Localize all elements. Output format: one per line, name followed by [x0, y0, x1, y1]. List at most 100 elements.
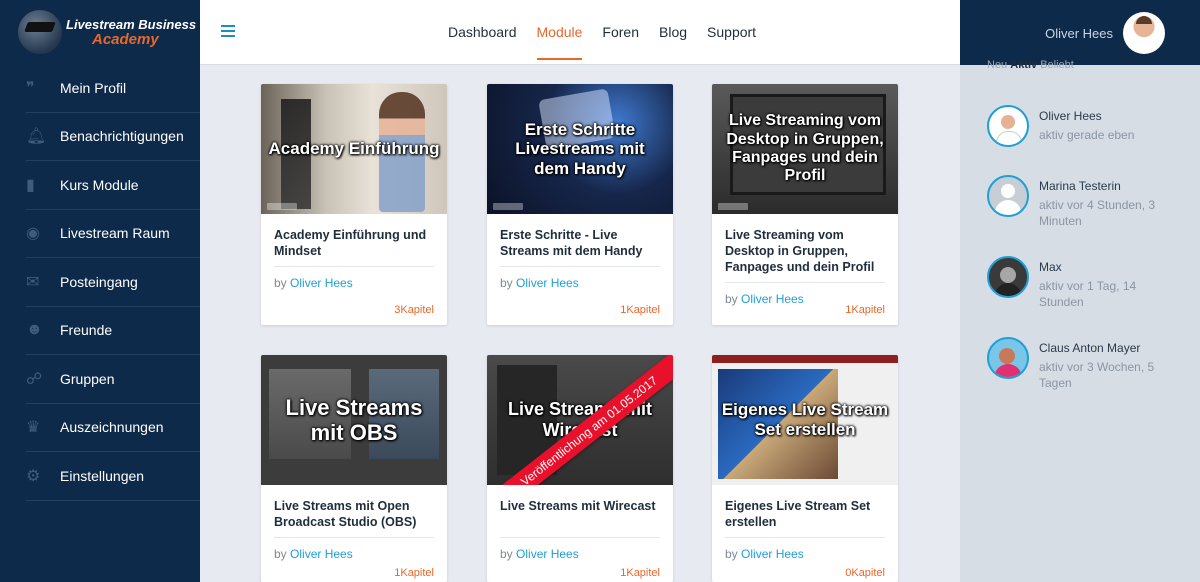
hamburger-menu-icon[interactable] — [221, 25, 235, 37]
brand-logo[interactable]: Livestream Business Academy — [0, 0, 200, 64]
top-nav-foren[interactable]: Foren — [602, 0, 639, 65]
course-author-line: by Oliver Hees — [274, 276, 434, 290]
course-card[interactable]: Live Streaming vom Desktop in Gruppen, F… — [712, 84, 898, 325]
member-name[interactable]: Max — [1039, 260, 1179, 274]
brand-text: Livestream Business Academy — [66, 17, 196, 47]
top-nav-support[interactable]: Support — [707, 0, 756, 65]
course-card[interactable]: Live Streams mit Wirecast Veröffentlichu… — [487, 355, 673, 582]
course-card[interactable]: Eigenes Live Stream Set erstellen Eigene… — [712, 355, 898, 582]
member-item[interactable]: Max aktiv vor 1 Tag, 14 Stunden — [987, 256, 1179, 310]
course-author-link[interactable]: Oliver Hees — [516, 547, 579, 561]
course-title[interactable]: Live Streaming vom Desktop in Gruppen, F… — [725, 227, 885, 275]
member-item[interactable]: Claus Anton Mayer aktiv vor 3 Wochen, 5 … — [987, 337, 1179, 391]
sidebar-item-benachrichtigungen[interactable]: 🔔︎ Benachrichtigungen — [26, 113, 200, 161]
members-tab-neu[interactable]: Neu — [987, 59, 1007, 69]
sidebar-nav: ❞ Mein Profil 🔔︎ Benachrichtigungen ▮ Ku… — [0, 64, 200, 501]
course-title[interactable]: Live Streams mit Wirecast — [500, 498, 660, 530]
sidebar-item-label: Livestream Raum — [60, 225, 170, 242]
thumbnail-logo — [493, 203, 523, 210]
author-prefix: by — [274, 547, 287, 561]
course-thumbnail-title: Live Streams mit OBS — [285, 394, 423, 445]
course-author-line: by Oliver Hees — [274, 547, 434, 561]
course-author-link[interactable]: Oliver Hees — [741, 547, 804, 561]
course-author-link[interactable]: Oliver Hees — [516, 276, 579, 290]
members-tab-beliebt[interactable]: Beliebt — [1040, 59, 1074, 69]
bell-icon: 🔔︎ — [26, 128, 47, 146]
course-author-line: by Oliver Hees — [725, 547, 885, 561]
course-author-link[interactable]: Oliver Hees — [741, 292, 804, 306]
user-header: Oliver Hees — [960, 0, 1200, 65]
envelope-icon: ✉ — [26, 273, 40, 291]
sidebar-item-mein-profil[interactable]: ❞ Mein Profil — [26, 64, 200, 113]
member-avatar[interactable] — [987, 337, 1029, 379]
trophy-icon: ♛ — [26, 419, 41, 437]
course-title[interactable]: Live Streams mit Open Broadcast Studio (… — [274, 498, 434, 530]
member-avatar[interactable] — [987, 175, 1029, 217]
sidebar-item-posteingang[interactable]: ✉ Posteingang — [26, 258, 200, 307]
sidebar: Livestream Business Academy ❞ Mein Profi… — [0, 0, 200, 582]
course-thumbnail[interactable]: Erste Schritte Livestreams mit dem Handy — [487, 84, 673, 214]
course-card[interactable]: Erste Schritte Livestreams mit dem Handy… — [487, 84, 673, 325]
top-nav-blog[interactable]: Blog — [659, 0, 687, 65]
course-title[interactable]: Erste Schritte - Live Streams mit dem Ha… — [500, 227, 660, 259]
course-title[interactable]: Eigenes Live Stream Set erstellen — [725, 498, 885, 530]
sidebar-item-label: Freunde — [60, 322, 113, 339]
members-tabs: Neu Aktiv Beliebt — [987, 59, 1074, 69]
member-name[interactable]: Claus Anton Mayer — [1039, 341, 1179, 355]
brand-line-2: Academy — [92, 31, 159, 48]
top-nav-module[interactable]: Module — [536, 0, 582, 65]
course-thumbnail[interactable]: Eigenes Live Stream Set erstellen — [712, 355, 898, 485]
member-item[interactable]: Marina Testerin aktiv vor 4 Stunden, 3 M… — [987, 175, 1179, 229]
member-item[interactable]: Oliver Hees aktiv gerade eben — [987, 105, 1179, 147]
top-bar: Dashboard Module Foren Blog Support — [200, 0, 960, 65]
sidebar-item-label: Posteingang — [60, 273, 138, 290]
course-author-line: by Oliver Hees — [500, 547, 660, 561]
sidebar-item-gruppen[interactable]: ☍ Gruppen — [26, 355, 200, 404]
top-nav-dashboard[interactable]: Dashboard — [448, 0, 517, 65]
sidebar-item-kurs-module[interactable]: ▮ Kurs Module — [26, 161, 200, 210]
chapter-count: 1Kapitel — [620, 567, 660, 579]
course-thumbnail[interactable]: Academy Einführung — [261, 84, 447, 214]
sidebar-item-label: Mein Profil — [60, 79, 127, 96]
sidebar-item-livestream-raum[interactable]: ◉ Livestream Raum — [26, 210, 200, 258]
members-tab-aktiv[interactable]: Aktiv — [1010, 59, 1037, 69]
course-author-link[interactable]: Oliver Hees — [290, 547, 353, 561]
author-prefix: by — [500, 276, 513, 290]
divider — [500, 537, 660, 538]
graduation-cap-icon — [18, 10, 62, 54]
sidebar-item-label: Benachrichtigungen — [60, 128, 184, 145]
top-nav: Dashboard Module Foren Blog Support — [448, 0, 776, 65]
divider — [500, 266, 660, 267]
chapter-count: 0Kapitel — [845, 567, 885, 579]
course-thumbnail-title: Eigenes Live Stream Set erstellen — [721, 400, 889, 439]
document-icon: ▮ — [26, 176, 35, 194]
course-author-link[interactable]: Oliver Hees — [290, 276, 353, 290]
sidebar-item-auszeichnungen[interactable]: ♛ Auszeichnungen — [26, 404, 200, 452]
thumbnail-logo — [718, 203, 748, 210]
sidebar-item-label: Kurs Module — [60, 176, 139, 193]
circle-icon: ◉ — [26, 225, 40, 243]
course-thumbnail[interactable]: Live Streams mit Wirecast Veröffentlichu… — [487, 355, 673, 485]
course-card[interactable]: Academy Einführung Academy Einführung un… — [261, 84, 447, 325]
sidebar-item-freunde[interactable]: ☻ Freunde — [26, 307, 200, 355]
course-card[interactable]: Live Streams mit OBS Live Streams mit Op… — [261, 355, 447, 582]
chapter-count: 1Kapitel — [845, 304, 885, 316]
sidebar-item-label: Auszeichnungen — [60, 419, 164, 436]
member-name[interactable]: Oliver Hees — [1039, 109, 1179, 123]
course-thumbnail-title: Live Streaming vom Desktop in Gruppen, F… — [726, 112, 884, 185]
course-thumbnail[interactable]: Live Streaming vom Desktop in Gruppen, F… — [712, 84, 898, 214]
divider — [725, 537, 885, 538]
course-thumbnail[interactable]: Live Streams mit OBS — [261, 355, 447, 485]
quote-icon: ❞ — [26, 79, 35, 97]
user-name[interactable]: Oliver Hees — [1045, 26, 1113, 41]
course-title[interactable]: Academy Einführung und Mindset — [274, 227, 434, 259]
member-status: aktiv vor 1 Tag, 14 Stunden — [1039, 279, 1137, 309]
course-author-line: by Oliver Hees — [500, 276, 660, 290]
member-status: aktiv vor 3 Wochen, 5 Tagen — [1039, 360, 1155, 390]
member-avatar[interactable] — [987, 105, 1029, 147]
chapter-count: 1Kapitel — [394, 567, 434, 579]
member-name[interactable]: Marina Testerin — [1039, 179, 1179, 193]
sidebar-item-einstellungen[interactable]: ⚙ Einstellungen — [26, 452, 200, 501]
member-avatar[interactable] — [987, 256, 1029, 298]
user-avatar[interactable] — [1123, 12, 1165, 54]
